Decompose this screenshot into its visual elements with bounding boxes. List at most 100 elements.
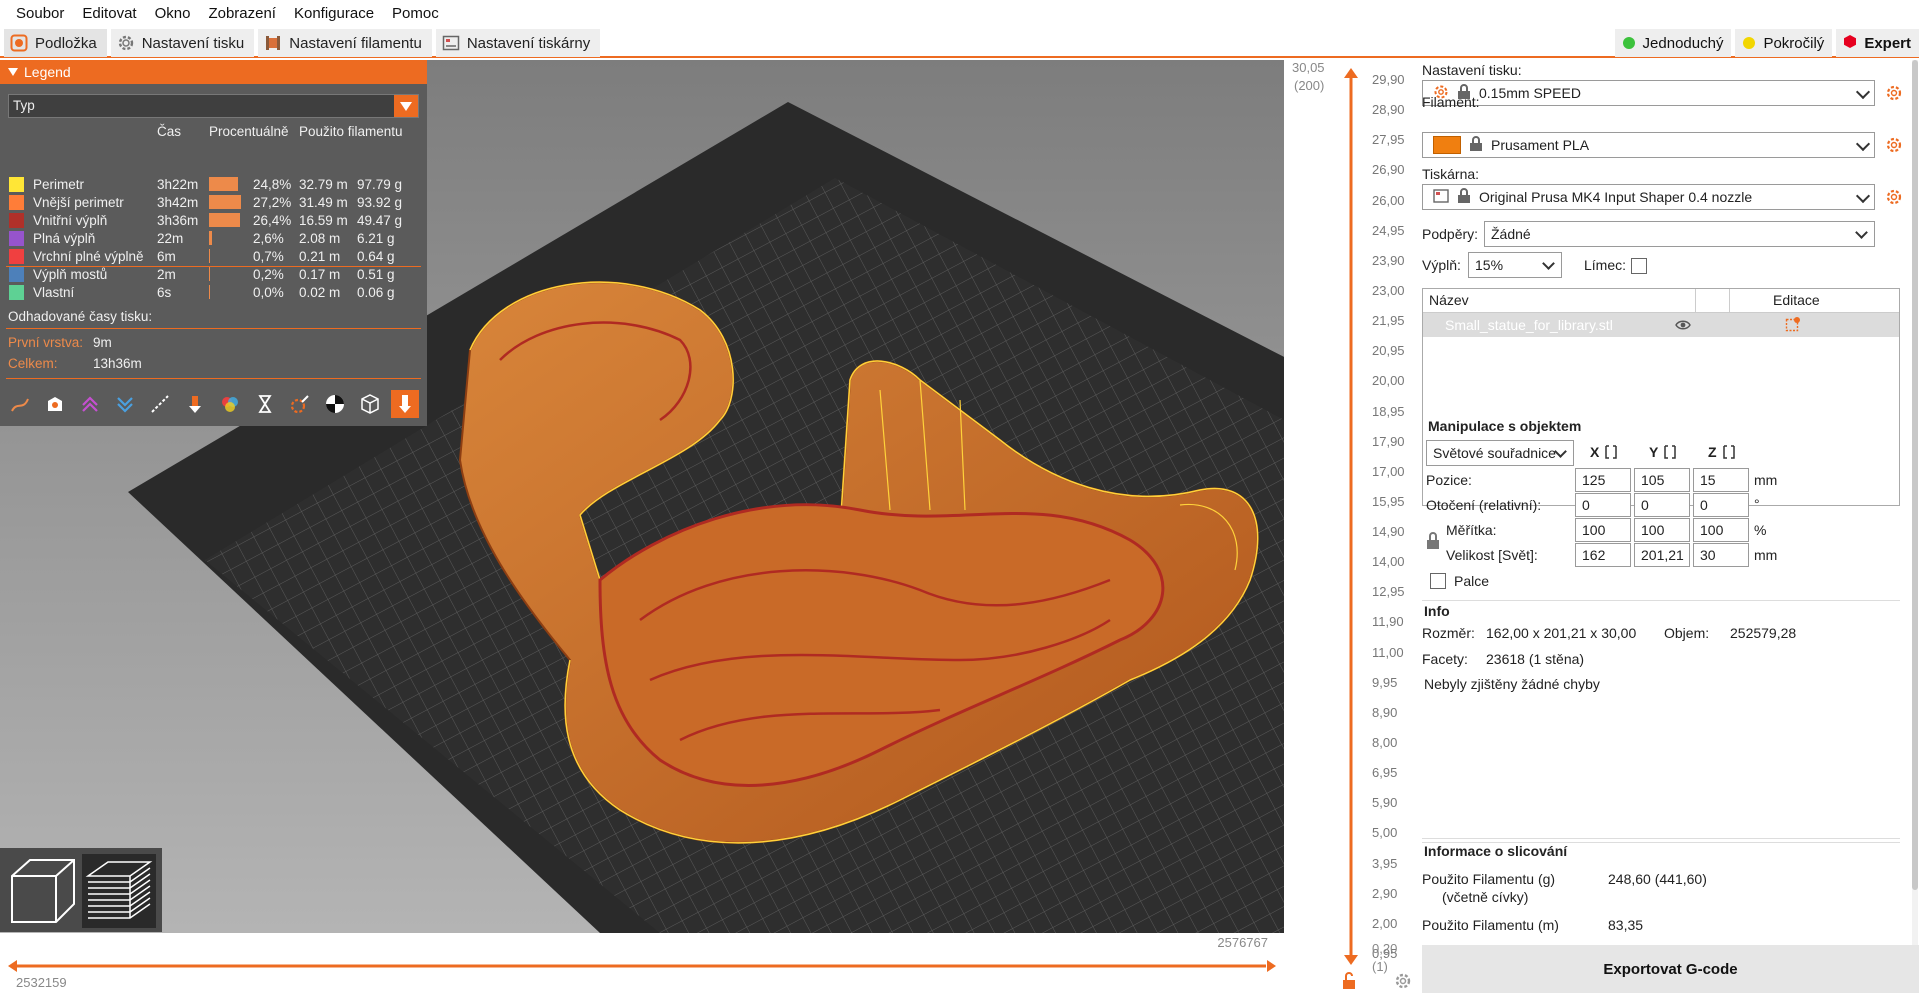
- legend-percent: 26,4%: [253, 213, 292, 228]
- position-z-field[interactable]: 15: [1693, 468, 1749, 492]
- menu-file[interactable]: Soubor: [8, 0, 72, 28]
- pause-prints-icon[interactable]: [251, 390, 279, 418]
- menu-edit[interactable]: Editovat: [74, 0, 144, 28]
- legend-weight: 49.47 g: [357, 213, 403, 228]
- info-size-value: 162,00 x 201,21 x 30,00: [1486, 625, 1637, 641]
- sidebar-panel: Nastavení tisku: 0.15mm SPEED Filament: …: [1418, 60, 1919, 993]
- tab-printer-settings[interactable]: Nastavení tiskárny: [435, 29, 601, 57]
- chevron-down-icon: [1542, 257, 1555, 270]
- drop-to-bed-y-icon[interactable]: [1663, 444, 1677, 463]
- scale-z-field[interactable]: 100: [1693, 518, 1749, 542]
- mode-advanced[interactable]: Pokročilý: [1735, 29, 1833, 57]
- mode-simple[interactable]: Jednoduchý: [1614, 29, 1732, 57]
- mode-simple-label: Jednoduchý: [1642, 34, 1724, 52]
- panel-scrollbar[interactable]: [1912, 60, 1918, 945]
- drop-to-bed-x-icon[interactable]: [1604, 444, 1618, 463]
- slider-settings-gear-icon[interactable]: [1394, 972, 1412, 993]
- chevron-down-icon: [1554, 445, 1567, 458]
- tab-plater[interactable]: Podložka: [4, 29, 107, 57]
- deretractions-icon[interactable]: [111, 390, 139, 418]
- horizontal-upper-value: 2576767: [1217, 935, 1268, 950]
- legend-name: Vlastní: [33, 285, 75, 300]
- position-x-field[interactable]: 125: [1575, 468, 1631, 492]
- legend-percent-bar: [209, 285, 210, 299]
- col-filament: Použito filamentu: [299, 124, 403, 139]
- legend-weight: 0.64 g: [357, 249, 395, 264]
- legend-name: Vnější perimetr: [33, 195, 124, 210]
- menu-window[interactable]: Okno: [147, 0, 199, 28]
- menu-help[interactable]: Pomoc: [384, 0, 447, 28]
- supports-combo[interactable]: Žádné: [1484, 221, 1875, 247]
- filament-g-value: 248,60 (441,60): [1608, 871, 1707, 887]
- tool-marker-icon[interactable]: [391, 390, 419, 418]
- menu-view[interactable]: Zobrazení: [200, 0, 284, 28]
- horizontal-move-slider[interactable]: 2576767 2532159: [0, 933, 1284, 993]
- eye-icon[interactable]: [1675, 318, 1691, 334]
- layer-height-tick: 20,95: [1372, 343, 1405, 359]
- layer-height-tick: 8,90: [1372, 704, 1398, 720]
- legend-time: 6s: [157, 285, 172, 300]
- legend-row[interactable]: Vlastní 6s 0,0% 0.02 m 0.06 g: [0, 282, 427, 304]
- tab-print-settings[interactable]: Nastavení tisku: [110, 29, 255, 57]
- inches-checkbox[interactable]: [1430, 573, 1446, 589]
- slicing-info: Informace o slicování Použito Filamentu …: [1422, 838, 1900, 938]
- printer-small-icon: [1433, 188, 1449, 207]
- view-type-select[interactable]: Typ: [8, 94, 419, 118]
- tool-changes-icon[interactable]: [181, 390, 209, 418]
- size-y-field[interactable]: 201,21: [1634, 543, 1690, 567]
- custom-gcodes-icon[interactable]: [286, 390, 314, 418]
- retractions-icon[interactable]: [76, 390, 104, 418]
- tab-filament-settings[interactable]: Nastavení filamentu: [258, 29, 432, 57]
- first-layer-label: První vrstva:: [8, 335, 84, 350]
- mode-expert[interactable]: Expert: [1836, 29, 1919, 57]
- printer-combo[interactable]: Original Prusa MK4 Input Shaper 0.4 nozz…: [1422, 184, 1875, 210]
- menu-configuration[interactable]: Konfigurace: [286, 0, 382, 28]
- edit-object-icon[interactable]: [1785, 316, 1801, 335]
- legend-header[interactable]: Legend: [0, 60, 427, 84]
- legend-percent-bar: [209, 249, 210, 263]
- layer-height-tick: 24,95: [1372, 222, 1405, 238]
- color-changes-icon[interactable]: [216, 390, 244, 418]
- export-gcode-button[interactable]: Exportovat G-code: [1422, 945, 1919, 993]
- shells-icon[interactable]: [356, 390, 384, 418]
- rotation-y-field[interactable]: 0: [1634, 493, 1690, 517]
- layers-view-button[interactable]: [82, 854, 156, 928]
- uniform-scale-lock-icon[interactable]: [1426, 532, 1440, 553]
- filament-label: Filament:: [1422, 94, 1480, 110]
- rotation-z-field[interactable]: 0: [1693, 493, 1749, 517]
- filament-combo[interactable]: Prusament PLA: [1422, 132, 1875, 158]
- 3d-view-button[interactable]: [8, 856, 78, 929]
- drop-to-bed-z-icon[interactable]: [1722, 444, 1736, 463]
- rotation-label: Otočení (relativní):: [1426, 497, 1542, 513]
- printer-value: Original Prusa MK4 Input Shaper 0.4 nozz…: [1479, 189, 1753, 205]
- layer-height-tick: 2,00: [1372, 915, 1398, 931]
- position-label: Pozice:: [1426, 472, 1472, 488]
- scale-x-field[interactable]: 100: [1575, 518, 1631, 542]
- brim-checkbox[interactable]: [1631, 258, 1647, 274]
- vertical-layer-slider[interactable]: 30,05 (200) 29,90 28,90 27,95 26,90 26,00 24,…: [1284, 60, 1418, 993]
- size-x-field[interactable]: 162: [1575, 543, 1631, 567]
- top-height-value: 30,05: [1292, 60, 1325, 75]
- print-settings-combo[interactable]: 0.15mm SPEED: [1422, 80, 1875, 106]
- object-row[interactable]: Small_statue_for_library.stl: [1423, 313, 1899, 337]
- position-y-field[interactable]: 105: [1634, 468, 1690, 492]
- seams-icon[interactable]: [146, 390, 174, 418]
- legend-weight: 0.51 g: [357, 267, 395, 282]
- center-of-gravity-icon[interactable]: [321, 390, 349, 418]
- coordinates-combo[interactable]: Světové souřadnice: [1426, 440, 1574, 466]
- edit-printer-preset-gear-icon[interactable]: [1885, 188, 1903, 209]
- size-z-field[interactable]: 30: [1693, 543, 1749, 567]
- rotation-x-field[interactable]: 0: [1575, 493, 1631, 517]
- padlock-icon: [1469, 135, 1483, 155]
- lock-icon[interactable]: [1341, 972, 1357, 993]
- filament-m-label: Použito Filamentu (m): [1422, 917, 1559, 933]
- travel-icon[interactable]: [6, 390, 34, 418]
- wipe-icon[interactable]: [41, 390, 69, 418]
- scale-y-field[interactable]: 100: [1634, 518, 1690, 542]
- edit-print-preset-gear-icon[interactable]: [1885, 84, 1903, 105]
- layer-height-tick: 28,90: [1372, 102, 1405, 118]
- legend-weight: 6.21 g: [357, 231, 395, 246]
- edit-filament-preset-gear-icon[interactable]: [1885, 136, 1903, 157]
- infill-combo[interactable]: 15%: [1468, 252, 1562, 278]
- filament-color-swatch[interactable]: [1433, 136, 1461, 154]
